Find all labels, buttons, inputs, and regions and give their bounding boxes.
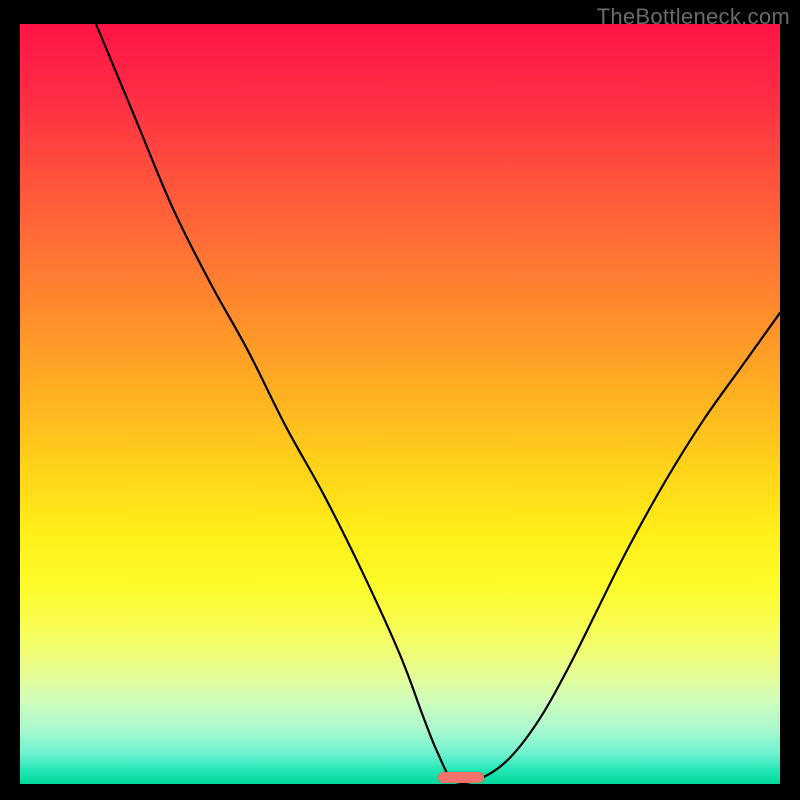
bottleneck-curve: [20, 24, 780, 784]
chart-frame: TheBottleneck.com: [0, 0, 800, 800]
optimum-marker: [438, 772, 484, 783]
plot-area: [20, 24, 780, 784]
watermark-text: TheBottleneck.com: [597, 4, 790, 30]
